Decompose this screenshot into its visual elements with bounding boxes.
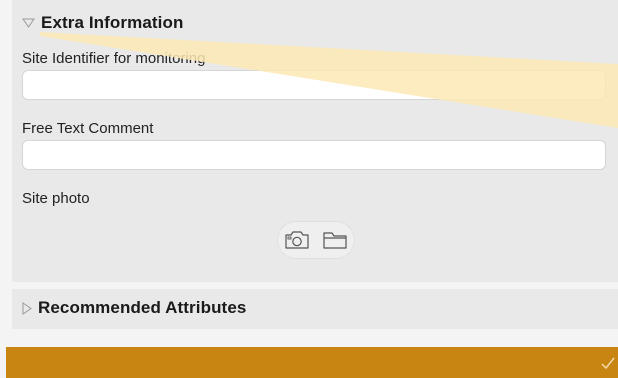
site-identifier-input[interactable]	[22, 70, 606, 100]
extra-information-panel: Extra Information Site Identifier for mo…	[12, 0, 618, 282]
folder-icon	[323, 232, 347, 249]
checkmark-icon[interactable]	[600, 355, 616, 371]
photo-button-group	[277, 221, 355, 259]
free-text-comment-label: Free Text Comment	[22, 120, 154, 137]
recommended-attributes-title: Recommended Attributes	[38, 298, 247, 317]
triangle-right-icon	[22, 301, 32, 315]
recommended-attributes-header[interactable]: Recommended Attributes	[22, 298, 246, 318]
extra-information-header[interactable]: Extra Information	[22, 13, 183, 33]
choose-file-button[interactable]	[322, 229, 348, 251]
recommended-attributes-panel: Recommended Attributes	[12, 289, 618, 329]
bottom-action-bar	[6, 347, 618, 378]
camera-icon	[285, 231, 309, 249]
triangle-down-icon	[22, 18, 35, 28]
extra-information-title: Extra Information	[41, 13, 184, 32]
free-text-comment-input[interactable]	[22, 140, 606, 170]
site-photo-label: Site photo	[22, 190, 90, 207]
take-photo-button[interactable]	[284, 229, 310, 251]
site-identifier-label: Site Identifier for monitoring	[22, 50, 206, 67]
